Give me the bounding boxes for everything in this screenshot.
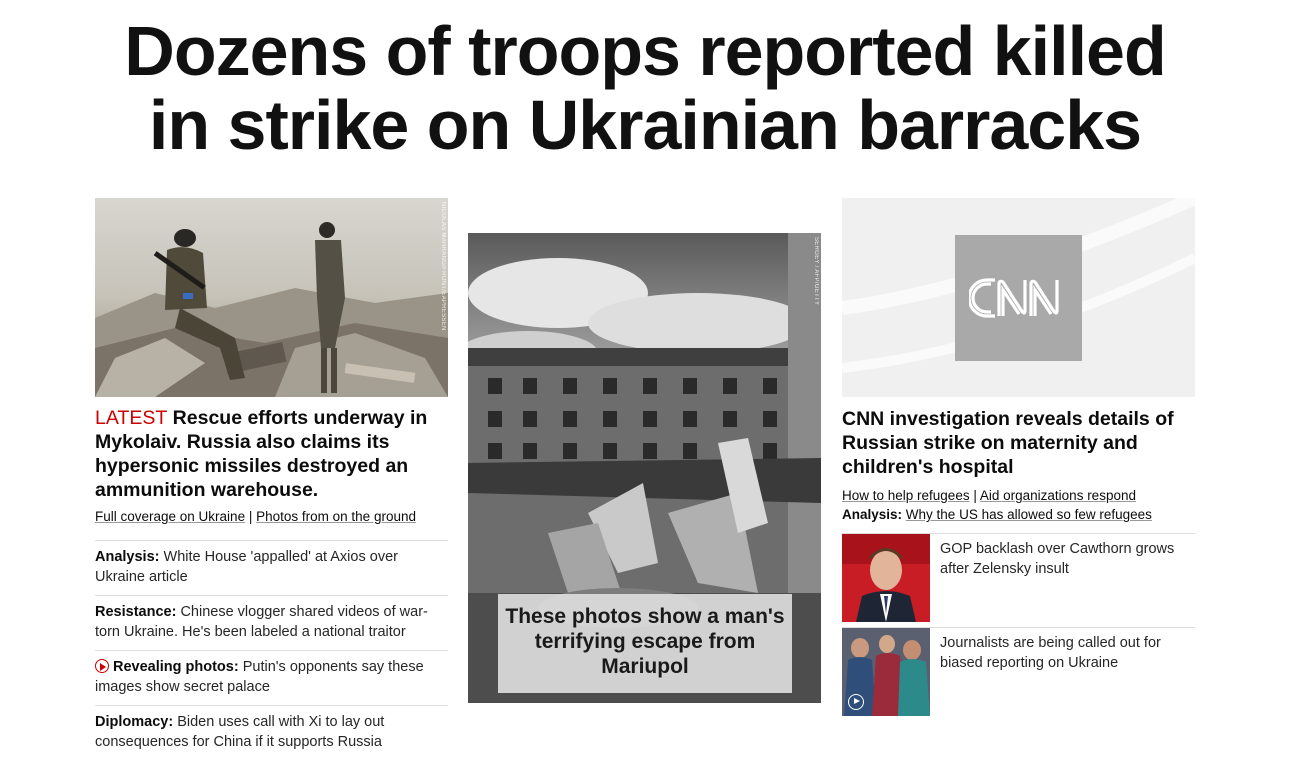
left-column: NICOLAS MAHRANG/FRONT/EAPRESSEN LATEST R… (95, 198, 448, 760)
soldiers-rubble-image (95, 198, 448, 397)
video-play-icon[interactable] (848, 694, 864, 710)
headline-line-1[interactable]: Dozens of troops reported killed (0, 14, 1290, 88)
link-separator: | (248, 509, 253, 524)
middle-column: SERGEY / AFP/GETTY These photos show a m… (468, 198, 821, 703)
help-refugees-link[interactable]: How to help refugees (842, 488, 970, 503)
list-item[interactable]: GOP backlash over Cawthorn grows after Z… (842, 533, 1195, 627)
photo-credit: NICOLAS MAHRANG/FRONT/EAPRESSEN (440, 202, 446, 331)
latest-label: LATEST (95, 407, 168, 429)
list-item[interactable]: Journalists are being called out for bia… (842, 627, 1195, 716)
photo-credit: SERGEY / AFP/GETTY (813, 237, 819, 306)
cawthorn-thumbnail[interactable] (842, 534, 930, 622)
story-kicker: Analysis: (95, 549, 160, 565)
right-column: CNN investigation reveals details of Rus… (842, 198, 1195, 716)
story-kicker: Resistance: (95, 604, 177, 620)
cnn-placeholder-image[interactable] (842, 198, 1195, 397)
story-kicker: Revealing photos: (113, 659, 239, 675)
lead-sublinks: Full coverage on Ukraine | Photos from o… (95, 507, 448, 526)
portrait-image (842, 534, 930, 622)
photos-link[interactable]: Photos from on the ground (256, 509, 416, 524)
mariupol-photo[interactable]: SERGEY / AFP/GETTY These photos show a m… (468, 233, 821, 703)
list-item[interactable]: Revealing photos: Putin's opponents say … (95, 650, 448, 705)
cnn-logo-icon (968, 278, 1059, 318)
page-headline[interactable]: Dozens of troops reported killed in stri… (0, 14, 1290, 162)
headline-line-2[interactable]: in strike on Ukrainian barracks (0, 88, 1290, 162)
related-stories-list: Analysis: White House 'appalled' at Axio… (95, 540, 448, 760)
list-item[interactable]: Diplomacy: Biden uses call with Xi to la… (95, 705, 448, 760)
list-item[interactable]: Resistance: Chinese vlogger shared video… (95, 595, 448, 650)
thumb-story-list: GOP backlash over Cawthorn grows after Z… (842, 533, 1195, 716)
photo-caption[interactable]: These photos show a man's terrifying esc… (498, 594, 792, 693)
aid-organizations-link[interactable]: Aid organizations respond (980, 488, 1136, 503)
full-coverage-link[interactable]: Full coverage on Ukraine (95, 509, 245, 524)
investigation-headline[interactable]: CNN investigation reveals details of Rus… (842, 407, 1195, 479)
lead-story-headline[interactable]: LATEST Rescue efforts underway in Mykola… (95, 406, 448, 502)
list-item[interactable]: Analysis: White House 'appalled' at Axio… (95, 540, 448, 595)
lead-photo-soldiers[interactable]: NICOLAS MAHRANG/FRONT/EAPRESSEN (95, 198, 448, 397)
refugees-video-thumbnail[interactable] (842, 628, 930, 716)
analysis-refugees-link[interactable]: Why the US has allowed so few refugees (906, 507, 1152, 522)
story-text[interactable]: Journalists are being called out for bia… (930, 628, 1195, 716)
link-separator: | (973, 488, 977, 503)
cnn-logo (955, 235, 1082, 361)
story-text[interactable]: GOP backlash over Cawthorn grows after Z… (930, 534, 1195, 622)
video-play-icon (95, 659, 109, 673)
right-sublinks: How to help refugees | Aid organizations… (842, 486, 1195, 524)
story-kicker: Diplomacy: (95, 714, 174, 730)
analysis-kicker: Analysis: (842, 507, 903, 522)
